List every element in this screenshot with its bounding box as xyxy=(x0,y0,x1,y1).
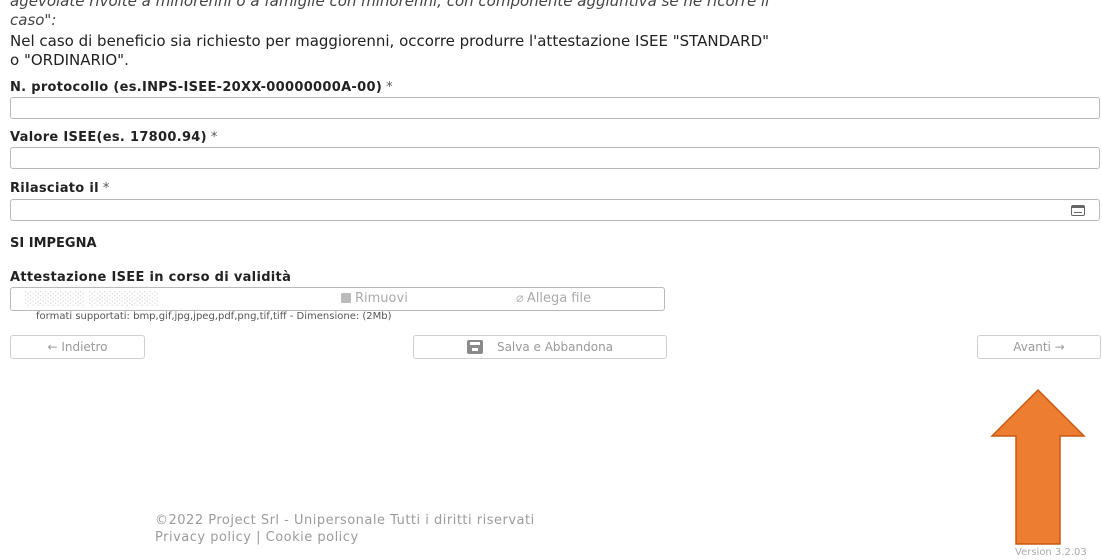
save-and-exit-button[interactable]: Salva e Abbandona xyxy=(413,335,667,359)
rilasciato-date-input[interactable] xyxy=(10,199,1100,221)
rilasciato-label: Rilasciato il * xyxy=(10,181,110,196)
trash-icon xyxy=(341,293,351,303)
upload-hint: formati supportati: bmp,gif,jpg,jpeg,pdf… xyxy=(36,311,392,322)
intro-text-cut: agevolate rivolte a minorenni o a famigl… xyxy=(10,0,770,10)
attestazione-label: Attestazione ISEE in corso di validità xyxy=(10,270,292,285)
section-title: SI IMPEGNA xyxy=(10,236,97,251)
protocollo-input[interactable] xyxy=(10,97,1100,119)
version: Version 3.2.03 xyxy=(1015,547,1087,558)
next-button[interactable]: Avanti → xyxy=(977,335,1101,359)
paperclip-icon: ⌀ xyxy=(516,291,524,306)
file-upload-field[interactable]: ░░░░░░ ░░░░░░░ Rimuovi ⌀ Allega file xyxy=(10,287,665,311)
intro-text-caso: caso": xyxy=(10,11,57,29)
remove-file-button[interactable]: Rimuovi xyxy=(341,291,408,306)
annotation-arrow-up-icon xyxy=(990,388,1086,545)
intro-line-2: o "ORDINARIO". xyxy=(10,51,129,69)
file-name: ░░░░░░ ░░░░░░░ xyxy=(25,292,160,307)
calendar-icon[interactable] xyxy=(1071,205,1085,216)
save-icon xyxy=(466,340,483,354)
intro-line-1: Nel caso di beneficio sia richiesto per … xyxy=(10,32,770,50)
intro-text: Nel caso di beneficio sia richiesto per … xyxy=(10,32,769,70)
attach-file-button[interactable]: ⌀ Allega file xyxy=(516,291,591,306)
footer-links[interactable]: Privacy policy | Cookie policy xyxy=(155,530,359,545)
isee-label: Valore ISEE(es. 17800.94) * xyxy=(10,130,218,145)
isee-input[interactable] xyxy=(10,147,1100,169)
copyright: ©2022 Project Srl - Unipersonale Tutti i… xyxy=(155,513,535,528)
back-button[interactable]: ← Indietro xyxy=(10,335,145,359)
protocollo-label: N. protocollo (es.INPS-ISEE-20XX-0000000… xyxy=(10,80,393,95)
